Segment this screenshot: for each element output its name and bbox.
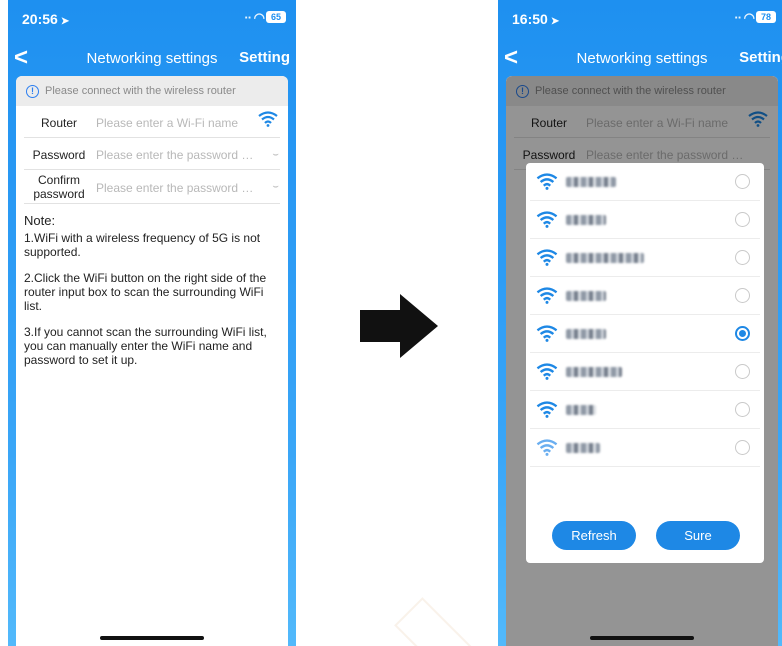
sure-button[interactable]: Sure (656, 521, 740, 550)
note-line-1: 1.WiFi with a wireless frequency of 5G i… (24, 231, 261, 259)
eye-closed-icon[interactable]: ⌣ (272, 181, 279, 192)
wifi-network-item[interactable] (530, 201, 760, 239)
network-radio[interactable] (735, 174, 750, 189)
status-time: 16:50 ➤ (512, 11, 560, 27)
wifi-signal-icon (536, 287, 558, 309)
watermark (394, 597, 472, 646)
wifi-scan-icon[interactable] (258, 111, 278, 130)
battery-icon: 78 (756, 11, 776, 23)
wifi-signal-icon (536, 211, 558, 233)
wifi-signal-icon (536, 363, 558, 385)
wifi-network-item[interactable] (530, 315, 760, 353)
wifi-network-item[interactable] (530, 391, 760, 429)
password-row: Password Please enter the password of t.… (24, 138, 280, 170)
nav-bar: < Networking settings Setting (498, 42, 782, 76)
wifi-signal-icon (536, 173, 558, 195)
wifi-network-name-blurred (566, 443, 600, 453)
right-arrow-icon (360, 294, 438, 358)
router-row: Router Please enter a Wi-Fi name (24, 106, 280, 138)
settings-card: ! Please connect with the wireless router… (16, 76, 288, 646)
setting-button[interactable]: Setting (739, 49, 782, 66)
router-input[interactable]: Please enter a Wi-Fi name (96, 116, 258, 130)
wifi-network-item[interactable] (530, 353, 760, 391)
wifi-network-name-blurred (566, 367, 622, 377)
wifi-signal-icon (536, 249, 558, 271)
wifi-network-name-blurred (566, 177, 616, 187)
network-radio[interactable] (735, 326, 750, 341)
note-section: Note: 1.WiFi with a wireless frequency o… (16, 204, 288, 389)
wifi-network-name-blurred (566, 215, 606, 225)
wifi-network-item[interactable] (530, 277, 760, 315)
wifi-network-item[interactable] (530, 239, 760, 277)
nav-bar: < Networking settings Setting (8, 42, 296, 76)
network-radio[interactable] (735, 440, 750, 455)
confirm-password-label: Confirm password (33, 173, 85, 201)
network-radio[interactable] (735, 402, 750, 417)
comparison-stage: 20:56 ➤ ·· ◠ 65 < Networking settings Set… (0, 0, 782, 646)
network-radio[interactable] (735, 364, 750, 379)
home-indicator (590, 636, 694, 640)
confirm-password-input[interactable]: Please enter the password of t... (96, 181, 258, 195)
network-radio[interactable] (735, 250, 750, 265)
battery-icon: 65 (266, 11, 286, 23)
router-label: Router (40, 116, 78, 130)
location-icon: ➤ (60, 16, 70, 27)
password-label: Password (32, 148, 86, 162)
wifi-list-dialog: Refresh Sure (526, 163, 764, 563)
network-radio[interactable] (735, 288, 750, 303)
note-line-2: 2.Click the WiFi button on the right sid… (24, 271, 267, 313)
home-indicator (100, 636, 204, 640)
confirm-password-row: Confirm password Please enter the passwor… (24, 170, 280, 204)
wifi-signal-icon (536, 325, 558, 347)
status-time: 20:56 ➤ (22, 11, 70, 27)
wifi-network-name-blurred (566, 253, 644, 263)
info-icon: ! (26, 84, 39, 98)
phone-before: 20:56 ➤ ·· ◠ 65 < Networking settings Set… (8, 0, 296, 646)
wifi-network-item[interactable] (530, 429, 760, 467)
network-radio[interactable] (735, 212, 750, 227)
wifi-network-name-blurred (566, 329, 606, 339)
password-input[interactable]: Please enter the password of t... (96, 148, 258, 162)
status-bar: 20:56 ➤ ·· ◠ 65 (8, 0, 296, 38)
wifi-network-item[interactable] (530, 163, 760, 201)
wifi-signal-icon (536, 439, 558, 461)
wifi-network-name-blurred (566, 405, 596, 415)
location-icon: ➤ (550, 16, 560, 27)
status-bar: 16:50 ➤ ·· ◠ 78 (498, 0, 782, 38)
wifi-status-icon: ·· ◠ (734, 10, 755, 25)
connect-tip: ! Please connect with the wireless router (16, 76, 288, 106)
note-heading: Note: (24, 213, 56, 228)
setting-button[interactable]: Setting (239, 49, 290, 66)
refresh-button[interactable]: Refresh (552, 521, 636, 550)
wifi-status-icon: ·· ◠ (244, 10, 265, 25)
wifi-signal-icon (536, 401, 558, 423)
note-line-3: 3.If you cannot scan the surrounding WiF… (24, 325, 267, 367)
wifi-list (526, 163, 764, 467)
wifi-network-name-blurred (566, 291, 606, 301)
eye-closed-icon[interactable]: ⌣ (272, 149, 279, 160)
